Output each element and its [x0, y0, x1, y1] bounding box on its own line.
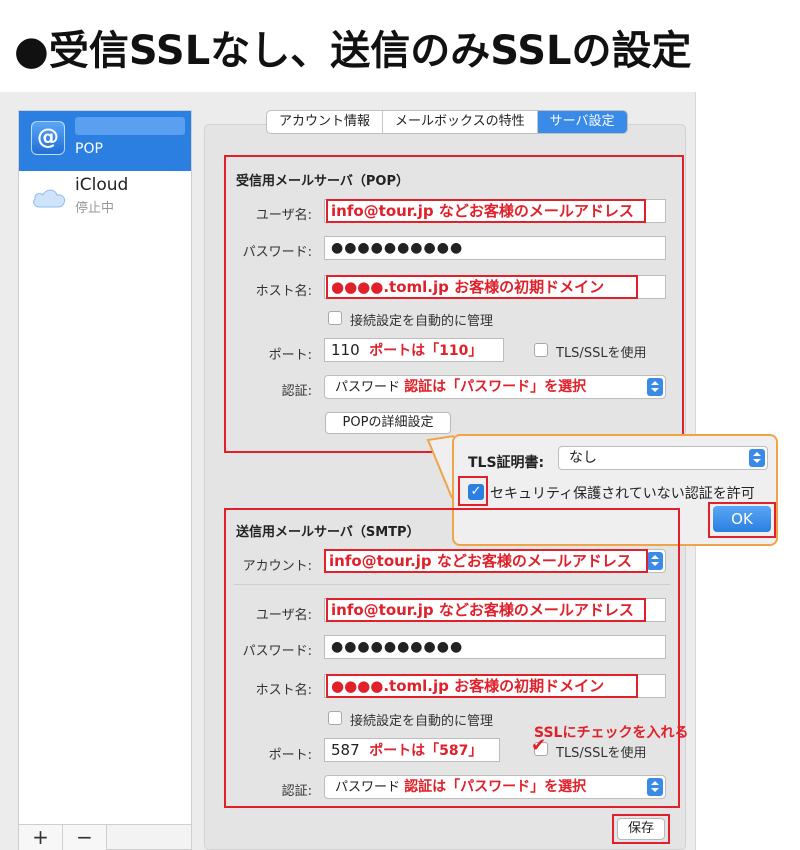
incoming-password-label: パスワード:: [242, 245, 312, 260]
tab-server-settings[interactable]: サーバ設定: [537, 111, 627, 133]
ok-button[interactable]: OK: [713, 506, 771, 532]
incoming-port-input[interactable]: 110 ポートは「110」: [324, 338, 504, 362]
outgoing-port-input[interactable]: 587 ポートは「587」: [324, 738, 500, 762]
outgoing-auto-manage-checkbox[interactable]: [328, 711, 342, 725]
outgoing-section-title: 送信用メールサーバ（SMTP）: [236, 525, 420, 540]
outgoing-account-label: アカウント:: [242, 559, 312, 574]
incoming-host-label: ホスト名:: [255, 284, 312, 299]
tab-bar: アカウント情報 メールボックスの特性 サーバ設定: [266, 110, 628, 134]
banner-title: ●受信SSLなし、送信のみSSLの設定: [14, 28, 692, 74]
tls-cert-label: TLS証明書:: [468, 455, 545, 471]
account-name-redacted: [75, 117, 185, 135]
at-sign-icon: @: [31, 121, 65, 155]
incoming-auto-manage-checkbox[interactable]: [328, 311, 342, 325]
incoming-auth-label: 認証:: [281, 384, 312, 399]
outgoing-username-input[interactable]: info@tour.jp などお客様のメールアドレス: [324, 598, 666, 622]
outgoing-account-select[interactable]: info@tour.jp などお客様のメールアドレス: [324, 549, 666, 573]
remove-account-button[interactable]: −: [63, 825, 107, 850]
sidebar-toolbar: + −: [18, 824, 192, 850]
section-divider: [234, 584, 670, 585]
chevron-updown-icon: [647, 552, 663, 570]
ssl-check-annotation: SSLにチェックを入れる: [534, 725, 689, 741]
account-status: 停止中: [75, 201, 115, 216]
incoming-host-input[interactable]: ●●●●.toml.jp お客様の初期ドメイン: [324, 275, 666, 299]
outgoing-password-label: パスワード:: [242, 644, 312, 659]
allow-insecure-auth-checkbox[interactable]: ✓: [468, 484, 484, 500]
incoming-section-title: 受信用メールサーバ（POP）: [236, 174, 409, 189]
outgoing-username-label: ユーザ名:: [255, 608, 312, 623]
cloud-icon: [33, 189, 66, 208]
incoming-username-input[interactable]: info@tour.jp などお客様のメールアドレス: [324, 199, 666, 223]
chevron-updown-icon: [647, 778, 663, 796]
red-checkmark-icon: ✔: [531, 735, 547, 756]
save-button[interactable]: 保存: [617, 818, 665, 840]
incoming-tls-checkbox[interactable]: [534, 343, 548, 357]
account-type: POP: [75, 141, 103, 157]
tab-account-info[interactable]: アカウント情報: [267, 111, 384, 133]
outgoing-port-label: ポート:: [268, 748, 312, 763]
incoming-auto-manage-label: 接続設定を自動的に管理: [350, 314, 494, 329]
chevron-updown-icon: [749, 449, 765, 467]
incoming-password-input[interactable]: ●●●●●●●●●●: [324, 236, 666, 260]
outgoing-host-label: ホスト名:: [255, 683, 312, 698]
outgoing-host-input[interactable]: ●●●●.toml.jp お客様の初期ドメイン: [324, 674, 666, 698]
tls-cert-select[interactable]: なし: [558, 446, 768, 470]
allow-insecure-auth-label: セキュリティ保護されていない認証を許可: [490, 486, 755, 502]
incoming-tls-label: TLS/SSLを使用: [556, 346, 647, 361]
incoming-auth-select[interactable]: パスワード 認証は「パスワード」を選択: [324, 375, 666, 399]
outgoing-auto-manage-label: 接続設定を自動的に管理: [350, 714, 494, 729]
incoming-username-label: ユーザ名:: [255, 208, 312, 223]
sidebar-item-icloud[interactable]: iCloud 停止中: [19, 171, 191, 231]
pop-advanced-settings-button[interactable]: POPの詳細設定: [325, 412, 451, 434]
tab-mailbox-behaviors[interactable]: メールボックスの特性: [383, 111, 538, 133]
outgoing-tls-label: TLS/SSLを使用: [556, 746, 647, 761]
account-name: iCloud: [75, 175, 129, 195]
sidebar-item-pop-account[interactable]: @ POP: [19, 111, 191, 171]
chevron-updown-icon: [647, 378, 663, 396]
add-account-button[interactable]: +: [19, 825, 63, 850]
instruction-banner: ●受信SSLなし、送信のみSSLの設定: [0, 0, 800, 90]
outgoing-auth-select[interactable]: パスワード 認証は「パスワード」を選択: [324, 775, 666, 799]
outgoing-password-input[interactable]: ●●●●●●●●●●: [324, 635, 666, 659]
account-sidebar: @ POP iCloud 停止中: [18, 110, 192, 850]
outgoing-auth-label: 認証:: [281, 784, 312, 799]
incoming-port-label: ポート:: [268, 348, 312, 363]
